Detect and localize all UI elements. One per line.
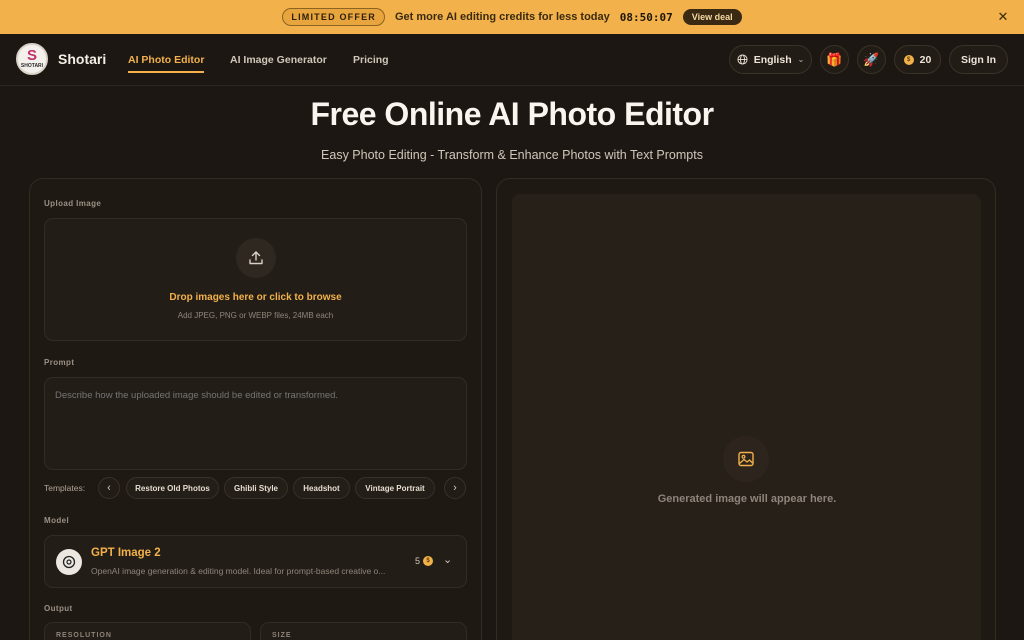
size-label: SIZE [272, 632, 292, 639]
rocket-icon: 🚀 [863, 51, 880, 67]
chevron-right-icon: › [453, 482, 457, 494]
template-chip-vintage-portrait[interactable]: Vintage Portrait [355, 477, 435, 499]
page-subtitle: Easy Photo Editing - Transform & Enhance… [321, 148, 703, 162]
templates-next-button[interactable]: › [444, 477, 466, 499]
globe-icon [737, 54, 748, 65]
chevron-left-icon: ‹ [107, 482, 111, 494]
openai-logo-icon [56, 549, 82, 575]
brand-name: Shotari [58, 51, 107, 67]
upload-instruction: Drop images here or click to browse [169, 292, 342, 303]
template-chip-restore-old-photos[interactable]: Restore Old Photos [126, 477, 219, 499]
nav-link-pricing[interactable]: Pricing [353, 34, 389, 86]
prompt-label: Prompt [44, 358, 75, 367]
promo-timer: 08:50:07 [619, 10, 673, 24]
template-chip-ghibli-style[interactable]: Ghibli Style [224, 477, 288, 499]
preview-canvas [512, 194, 981, 640]
language-label: English [753, 53, 792, 66]
close-icon[interactable]: ✕ [996, 10, 1010, 24]
resolution-label: RESOLUTION [56, 632, 112, 639]
image-icon [723, 436, 769, 482]
model-label: Model [44, 516, 70, 525]
coin-icon: $ [903, 54, 914, 65]
rocket-button[interactable]: 🚀 [857, 45, 886, 74]
promo-banner: LIMITED OFFER Get more AI editing credit… [0, 0, 1024, 34]
brand-logo-link[interactable]: S SHOTARI Shotari [16, 43, 106, 75]
page-title: Free Online AI Photo Editor [310, 96, 714, 132]
prompt-input[interactable] [44, 377, 467, 470]
editor-panel: Upload Image Drop images here or click t… [29, 178, 482, 640]
model-selector[interactable]: GPT Image 2 OpenAI image generation & ed… [44, 535, 467, 588]
model-description: OpenAI image generation & editing model.… [91, 566, 386, 576]
chevron-down-icon: ⌄ [797, 55, 805, 64]
templates-label: Templates: [44, 483, 86, 493]
limited-offer-badge: LIMITED OFFER [282, 8, 385, 26]
credits-button[interactable]: $ 20 [894, 45, 941, 74]
top-nav: S SHOTARI Shotari AI Photo Editor AI Ima… [0, 34, 1024, 86]
output-label: Output [44, 604, 73, 613]
coin-icon: $ [423, 556, 434, 566]
upload-file-hint: Add JPEG, PNG or WEBP files, 24MB each [177, 311, 334, 320]
upload-label: Upload Image [44, 199, 102, 208]
sign-in-button[interactable]: Sign In [949, 45, 1008, 74]
upload-dropzone[interactable]: Drop images here or click to browse Add … [44, 218, 467, 341]
language-selector[interactable]: English ⌄ [729, 45, 812, 74]
preview-panel: Generated image will appear here. [496, 178, 996, 640]
nav-link-ai-photo-editor[interactable]: AI Photo Editor [128, 34, 205, 86]
gift-icon: 🎁 [826, 51, 843, 67]
preview-placeholder: Generated image will appear here. [657, 493, 837, 505]
size-selector[interactable]: SIZE [260, 622, 467, 640]
template-chip-headshot[interactable]: Headshot [293, 477, 350, 499]
resolution-selector[interactable]: RESOLUTION [44, 622, 251, 640]
templates-prev-button[interactable]: ‹ [98, 477, 120, 499]
credits-count: 20 [919, 53, 932, 66]
model-cost: 5 $ [415, 556, 434, 566]
view-deal-button[interactable]: View deal [682, 9, 742, 25]
gift-button[interactable]: 🎁 [820, 45, 849, 74]
upload-icon [236, 238, 276, 278]
chevron-down-icon: ⌄ [443, 554, 453, 566]
nav-link-ai-image-generator[interactable]: AI Image Generator [230, 34, 327, 86]
logo-icon: S SHOTARI [16, 43, 48, 75]
model-name: GPT Image 2 [91, 547, 161, 559]
promo-text: Get more AI editing credits for less tod… [395, 11, 610, 23]
